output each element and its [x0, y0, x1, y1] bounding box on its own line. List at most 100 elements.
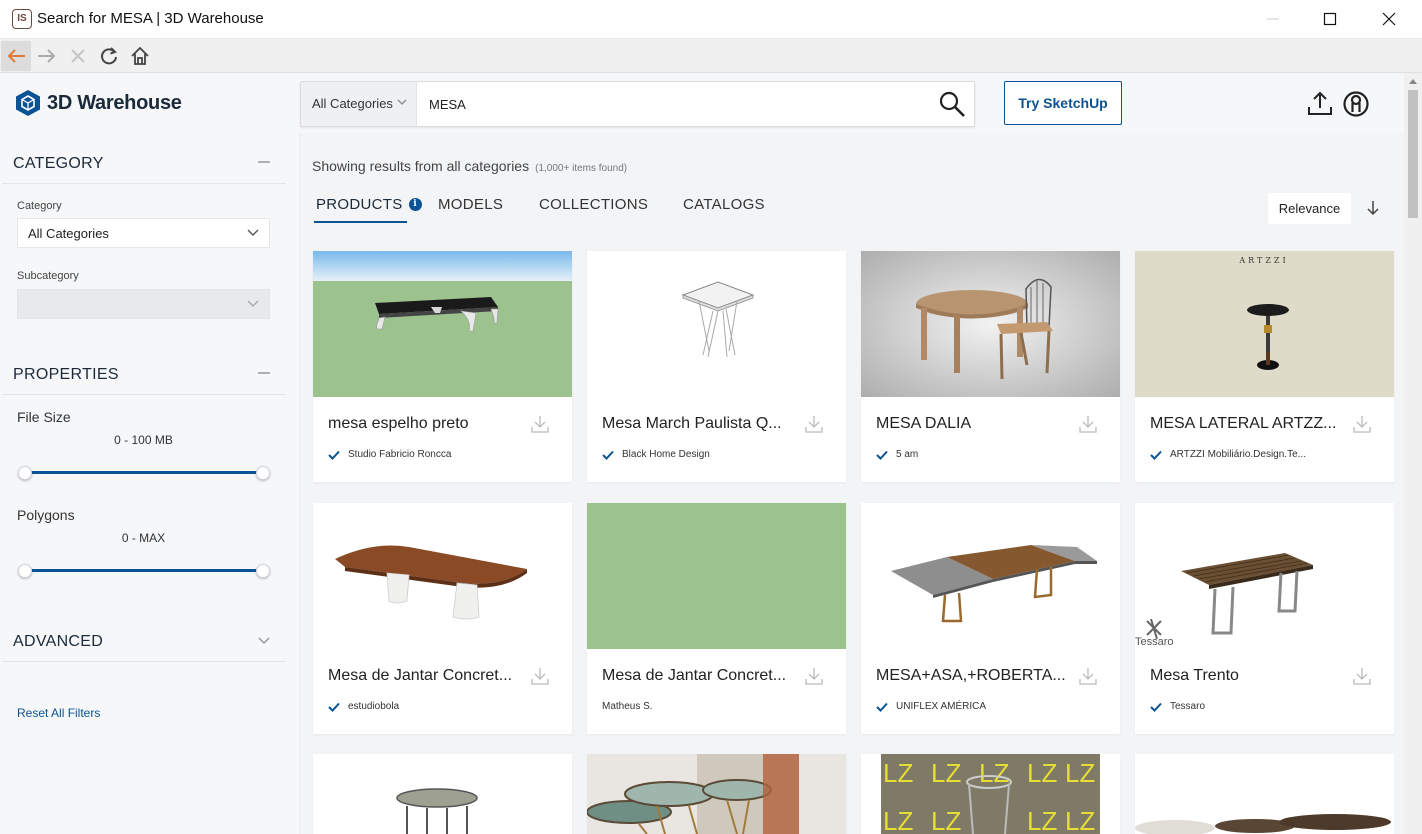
site-logo[interactable]: 3D Warehouse	[15, 89, 182, 117]
search-bar: All Categories MESA	[300, 81, 975, 127]
model-title[interactable]: Mesa de Jantar Concret...	[328, 667, 528, 685]
thumbnail-image	[587, 251, 846, 397]
model-author[interactable]: Black Home Design	[602, 449, 710, 460]
scrollbar-thumb[interactable]	[1408, 90, 1418, 218]
model-title[interactable]: MESA LATERAL ARTZZ...	[1150, 415, 1350, 433]
model-author[interactable]: Tessaro	[1150, 701, 1205, 712]
model-thumbnail[interactable]	[861, 251, 1120, 397]
model-thumbnail[interactable]: ARTZZI	[1135, 251, 1394, 397]
upload-icon[interactable]	[1305, 89, 1335, 119]
download-icon[interactable]	[1353, 415, 1371, 433]
close-button[interactable]	[1366, 0, 1412, 38]
model-card[interactable]	[586, 754, 846, 834]
model-card[interactable]: LZ LZ LZ LZ LZ LZ LZ LZ LZ	[861, 754, 1120, 834]
search-input[interactable]: MESA	[429, 97, 466, 112]
file-size-max-handle[interactable]	[256, 466, 270, 480]
thumbnail-image: Tessaro	[1135, 503, 1394, 649]
model-card[interactable]: Tessaro Mesa Trento Tessaro	[1135, 503, 1394, 734]
back-button[interactable]	[1, 41, 31, 71]
thumbnail-image	[313, 754, 572, 834]
collapse-minus-icon[interactable]	[258, 161, 272, 163]
model-card[interactable]: ARTZZI MESA LATERAL ARTZZ... ARTZZI Mobi…	[1135, 251, 1394, 482]
reload-button[interactable]	[94, 41, 124, 71]
sort-direction-icon[interactable]	[1364, 199, 1382, 217]
download-icon[interactable]	[805, 415, 823, 433]
model-card[interactable]: MESA+ASA,+ROBERTA... UNIFLEX AMÉRICA	[861, 503, 1120, 734]
polygons-slider-track[interactable]	[25, 569, 263, 572]
model-author[interactable]: ARTZZI Mobiliário.Design.Te...	[1150, 449, 1306, 460]
reset-all-filters-link[interactable]: Reset All Filters	[17, 706, 100, 720]
info-icon[interactable]: i	[408, 198, 422, 211]
model-thumbnail[interactable]	[313, 503, 572, 649]
verified-check-icon	[1150, 450, 1162, 460]
download-icon[interactable]	[531, 415, 549, 433]
tab-models[interactable]: MODELS	[438, 196, 503, 213]
model-title[interactable]: Mesa March Paulista Q...	[602, 415, 802, 433]
download-icon[interactable]	[1353, 667, 1371, 685]
chevron-down-icon[interactable]	[258, 637, 272, 645]
file-size-min-handle[interactable]	[18, 466, 32, 480]
chevron-down-icon	[397, 99, 407, 105]
model-card[interactable]	[1135, 754, 1394, 834]
maximize-button[interactable]	[1307, 0, 1353, 38]
model-author[interactable]: Matheus S.	[602, 701, 653, 712]
verified-check-icon	[1150, 702, 1162, 712]
forward-button[interactable]	[32, 41, 62, 71]
model-thumbnail[interactable]	[861, 503, 1120, 649]
author-name: Black Home Design	[622, 449, 710, 460]
download-icon[interactable]	[805, 667, 823, 685]
sort-select[interactable]: Relevance	[1268, 193, 1351, 224]
minimize-button[interactable]	[1250, 0, 1296, 38]
model-title[interactable]: MESA+ASA,+ROBERTA...	[876, 667, 1076, 685]
user-account-icon[interactable]	[1341, 89, 1371, 119]
polygons-max-handle[interactable]	[256, 564, 270, 578]
try-sketchup-button[interactable]: Try SketchUp	[1004, 81, 1122, 125]
model-card[interactable]: Mesa March Paulista Q... Black Home Desi…	[587, 251, 846, 482]
subcategory-select[interactable]	[17, 289, 270, 319]
home-button[interactable]	[125, 41, 155, 71]
model-card[interactable]: Mesa de Jantar Concret... Matheus S.	[587, 503, 846, 734]
model-author[interactable]: Studio Fabricio Roncca	[328, 449, 451, 460]
search-category-select[interactable]: All Categories	[301, 82, 417, 126]
model-title[interactable]: Mesa de Jantar Concret...	[602, 667, 802, 685]
file-size-slider-track[interactable]	[25, 471, 263, 474]
vertical-scrollbar[interactable]	[1404, 73, 1422, 834]
model-author[interactable]: UNIFLEX AMÉRICA	[876, 701, 986, 712]
model-thumbnail[interactable]: Tessaro	[1135, 503, 1394, 649]
advanced-heading: ADVANCED	[13, 633, 104, 650]
model-thumbnail[interactable]	[313, 251, 572, 397]
tab-products[interactable]: PRODUCTS i	[316, 196, 422, 213]
download-icon[interactable]	[1079, 667, 1097, 685]
properties-heading: PROPERTIES	[13, 366, 119, 383]
model-thumbnail[interactable]	[587, 251, 846, 397]
results-summary-text: Showing results from all categories	[312, 158, 530, 174]
chevron-down-icon	[247, 229, 259, 236]
site-header: 3D Warehouse All Categories MESA Try Ske…	[0, 73, 1404, 133]
results-count: (1,000+ items found)	[535, 163, 628, 174]
category-select[interactable]: All Categories	[17, 218, 270, 248]
scroll-up-icon	[1409, 79, 1417, 84]
download-icon[interactable]	[531, 667, 549, 685]
stop-button[interactable]	[63, 41, 93, 71]
model-card[interactable]: MESA DALIA 5 am	[861, 251, 1120, 482]
model-card[interactable]: mesa espelho preto Studio Fabricio Roncc…	[313, 251, 572, 482]
model-card[interactable]: Mesa de Jantar Concret... estudiobola	[313, 503, 572, 734]
model-title[interactable]: Mesa Trento	[1150, 667, 1350, 685]
tab-collections[interactable]: COLLECTIONS	[539, 196, 648, 213]
collapse-minus-icon[interactable]	[258, 372, 272, 374]
thumbnail-image	[587, 503, 846, 649]
download-icon[interactable]	[1079, 415, 1097, 433]
model-author[interactable]: estudiobola	[328, 701, 399, 712]
model-card[interactable]	[313, 754, 572, 834]
tab-catalogs[interactable]: CATALOGS	[683, 196, 765, 213]
model-title[interactable]: MESA DALIA	[876, 415, 1076, 433]
model-author[interactable]: 5 am	[876, 449, 918, 460]
polygons-min-handle[interactable]	[18, 564, 32, 578]
tessaro-brand-text: Tessaro	[1135, 636, 1174, 648]
verified-check-icon	[328, 702, 340, 712]
category-heading: CATEGORY	[13, 155, 104, 172]
search-icon[interactable]	[938, 90, 966, 118]
model-title[interactable]: mesa espelho preto	[328, 415, 528, 433]
title-bar: IS Search for MESA | 3D Warehouse	[0, 0, 1422, 39]
model-thumbnail[interactable]	[587, 503, 846, 649]
